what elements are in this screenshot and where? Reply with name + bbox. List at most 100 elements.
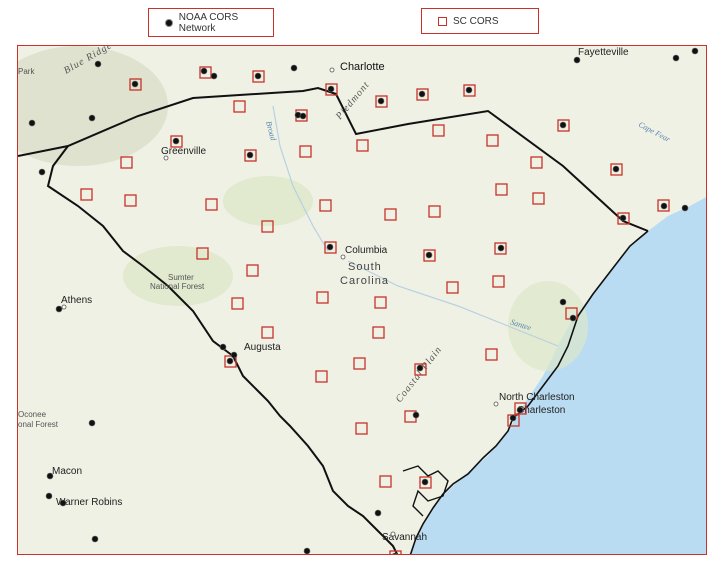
sc-cors-square [319,199,332,212]
noaa-cors-dot [691,47,699,55]
noaa-cors-dot [290,64,298,72]
noaa-cors-dot [88,419,96,427]
sc-cors-square [299,145,312,158]
noaa-cors-dot [612,165,620,173]
sc-cors-square [124,194,137,207]
sc-cors-square [446,281,459,294]
noaa-cors-dot [327,85,335,93]
noaa-cors-dot [509,414,517,422]
label-park-fragment: Park [18,67,35,76]
noaa-cors-dot [131,80,139,88]
noaa-cors-dot [412,411,420,419]
label-savannah: Savannah [382,532,427,543]
sc-cors-square [530,156,543,169]
sc-cors-square [384,208,397,221]
noaa-cors-dot [465,86,473,94]
noaa-cors-dot [200,67,208,75]
sc-cors-square [432,124,445,137]
noaa-cors-dot [299,112,307,120]
noaa-cors-dot [94,60,102,68]
label-cape-fear: Cape Fear [637,120,672,145]
noaa-cors-dot [45,492,53,500]
noaa-cors-dot [672,54,680,62]
noaa-cors-dot [303,547,311,554]
label-state-line2: Carolina [340,275,389,287]
sc-cors-square [205,198,218,211]
noaa-cors-dot [421,478,429,486]
noaa-cors-dot [55,305,63,313]
sc-cors-square [353,357,366,370]
noaa-cors-dot [219,343,227,351]
legend-sc-label: SC CORS [453,15,499,27]
noaa-cors-dot [559,121,567,129]
sc-cors-square [246,264,259,277]
forest-tint-2 [223,176,313,226]
noaa-cors-dot [619,214,627,222]
noaa-cors-dot [573,56,581,64]
sc-cors-square [120,156,133,169]
noaa-dot-icon [165,18,173,27]
noaa-cors-dot [681,204,689,212]
sc-cors-square [231,297,244,310]
sc-cors-square [485,348,498,361]
sc-cors-square [233,100,246,113]
label-macon: Macon [52,466,82,477]
label-sumter-nf-2: National Forest [150,282,205,291]
label-state-line1: South [348,261,382,273]
label-oconee-nf-2: onal Forest [18,420,59,429]
sc-cors-square [315,370,328,383]
noaa-cors-dot [416,364,424,372]
noaa-cors-dot [210,72,218,80]
map-canvas[interactable]: Charlotte Fayetteville Greenville Columb… [18,46,707,555]
noaa-cors-dot [569,314,577,322]
noaa-cors-dot [91,535,99,543]
noaa-cors-dot [230,351,238,359]
noaa-cors-dot [377,97,385,105]
label-athens: Athens [61,295,92,306]
sc-cors-square [428,205,441,218]
noaa-cors-dot [246,151,254,159]
sc-cors-square [486,134,499,147]
noaa-cors-dot [497,244,505,252]
atlantic-ocean [410,197,706,554]
label-augusta: Augusta [244,342,281,353]
map-frame[interactable]: Charlotte Fayetteville Greenville Columb… [17,45,707,555]
noaa-cors-dot [660,202,668,210]
sc-cors-square [379,475,392,488]
noaa-cors-dot [226,357,234,365]
sc-cors-square [356,139,369,152]
noaa-cors-dot [425,251,433,259]
noaa-cors-dot [418,90,426,98]
label-columbia: Columbia [345,245,388,256]
noaa-cors-dot [374,509,382,517]
ga-sc-border [46,145,399,554]
noaa-cors-dot [172,137,180,145]
label-greenville: Greenville [161,146,206,157]
legend-noaa-label: NOAA CORS Network [178,11,239,34]
sc-cors-square [374,296,387,309]
noaa-cors-dot [516,406,524,414]
sc-cors-square [372,326,385,339]
sc-cors-square [495,183,508,196]
sc-cors-square [261,326,274,339]
noaa-cors-dot [326,243,334,251]
label-charlotte: Charlotte [340,61,385,73]
sc-square-icon [438,16,447,26]
noaa-cors-dot [559,298,567,306]
mountain-shading [18,46,168,166]
sc-cors-square [492,275,505,288]
label-oconee-nf-1: Oconee [18,410,47,419]
noaa-cors-dot [88,114,96,122]
noaa-cors-dot [28,119,36,127]
sc-cors-square [80,188,93,201]
label-fayetteville: Fayetteville [578,47,629,58]
sc-cors-square [532,192,545,205]
legend-sc-cors: SC CORS [421,8,539,34]
sc-cors-square [316,291,329,304]
legend-noaa-cors: NOAA CORS Network [148,8,274,37]
sc-cors-square [355,422,368,435]
noaa-cors-dot [59,499,67,507]
label-sumter-nf-1: Sumter [168,273,194,282]
noaa-cors-dot [46,472,54,480]
noaa-cors-dot [38,168,46,176]
